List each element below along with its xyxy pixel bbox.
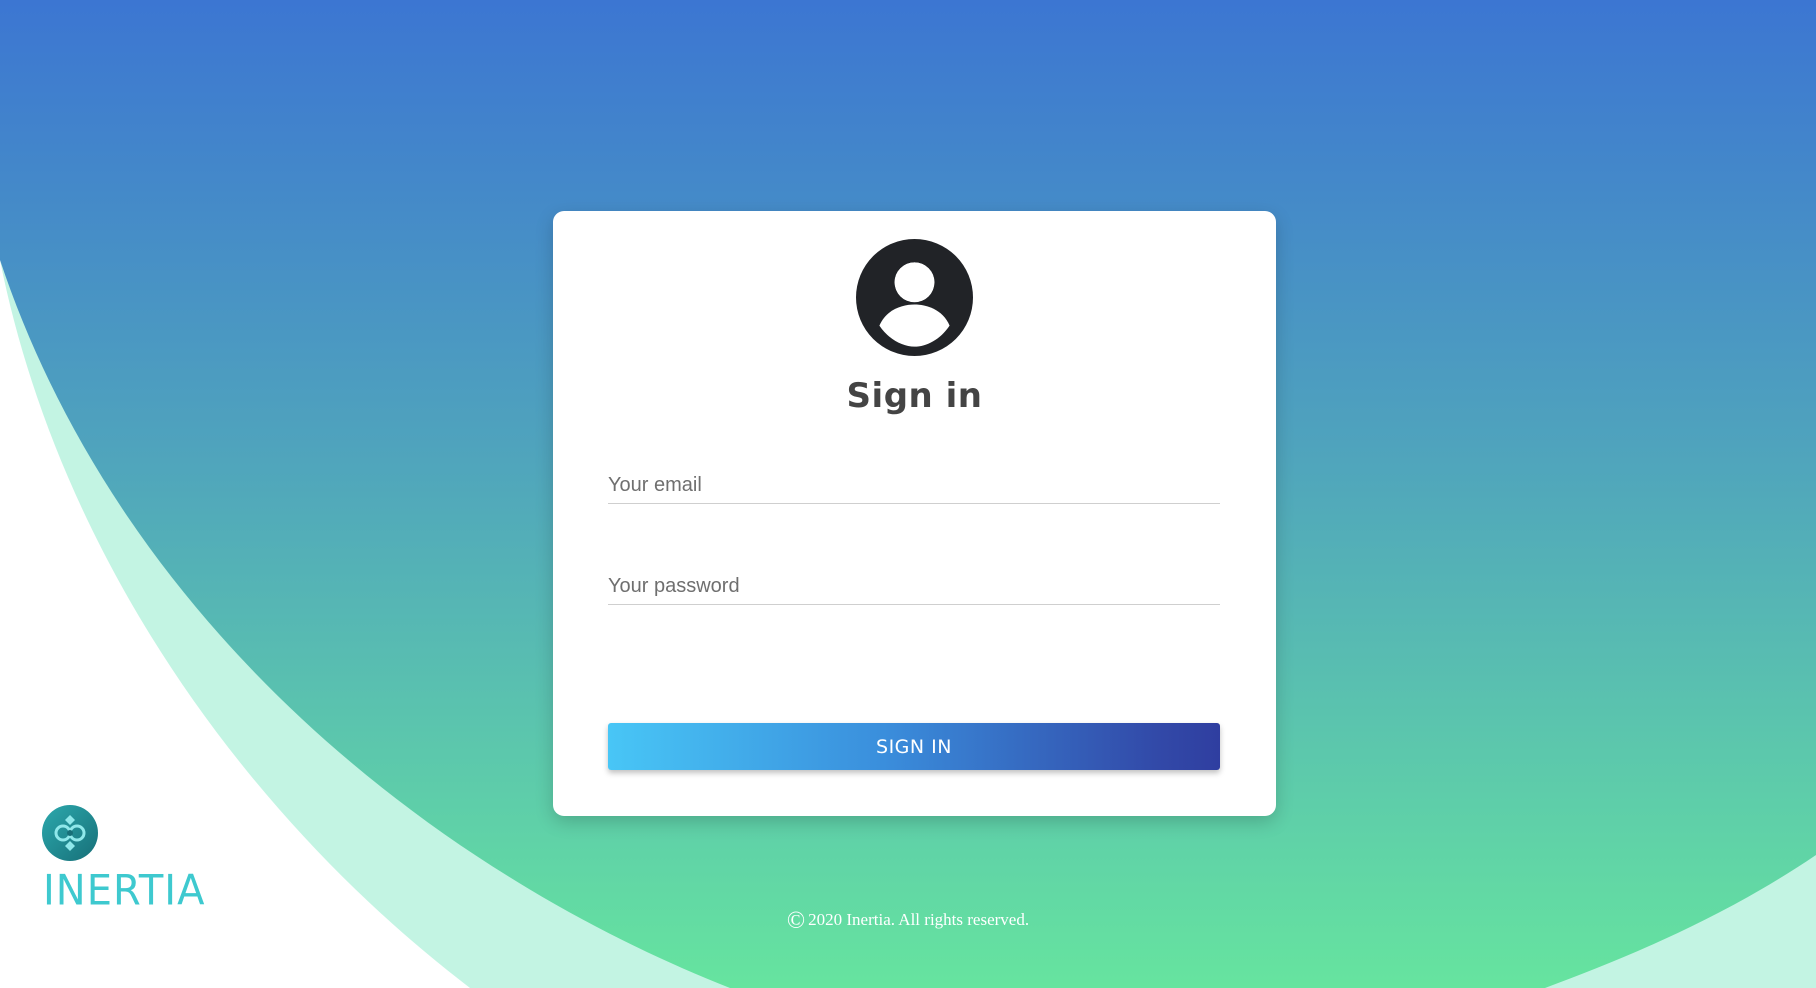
password-field-wrapper	[608, 560, 1220, 605]
login-page: Sign in SIGN IN INERTIA ©2020 Inertia. A…	[0, 0, 1816, 988]
email-input[interactable]	[608, 474, 1220, 497]
user-circle-icon	[856, 239, 973, 356]
footer-copyright: © 2020 Inertia. All rights reserved.	[0, 908, 1816, 935]
copyright-icon: ©	[786, 908, 806, 934]
page-title: Sign in	[846, 376, 983, 416]
signin-card: Sign in SIGN IN	[553, 211, 1276, 816]
copyright-text: 2020 Inertia. All rights reserved.	[808, 910, 1030, 929]
sign-in-button[interactable]: SIGN IN	[608, 723, 1220, 770]
inertia-logo-icon[interactable]	[42, 805, 98, 861]
email-field-wrapper	[608, 459, 1220, 504]
password-input[interactable]	[608, 575, 1220, 598]
